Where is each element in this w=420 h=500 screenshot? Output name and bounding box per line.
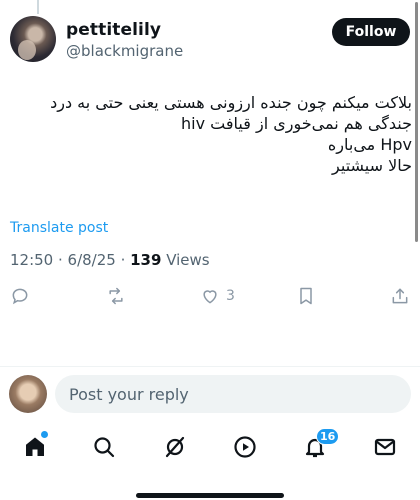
post-actions: 3 [10,284,410,308]
bottom-navigation: 16 [0,424,420,468]
author-handle[interactable]: @blackmigrane [66,42,183,60]
grok-icon [165,436,185,458]
post-text: بلاکت میکنم چون جنده ارزونی هستی یعنی حت… [50,93,412,175]
divider [0,366,420,367]
reply-icon [12,288,28,305]
post-timestamp: 12:50 · 6/8/25 · [10,251,131,269]
author-avatar[interactable] [10,16,56,62]
like-count: 3 [226,288,235,304]
nav-search[interactable] [91,434,117,460]
nav-video[interactable] [232,434,258,460]
views-label: Views [161,251,210,269]
thread-line [37,0,39,14]
video-icon [234,436,256,458]
post-meta: 12:50 · 6/8/25 · 139 Views [10,251,210,269]
current-user-avatar[interactable] [9,375,47,413]
nav-messages[interactable] [372,434,398,460]
nav-grok[interactable] [162,434,188,460]
repost-icon [109,287,123,305]
like-button[interactable]: 3 [200,284,235,308]
bookmark-button[interactable] [296,284,316,308]
like-icon [203,290,217,304]
post-header: pettitelily @blackmigrane Follow [10,14,410,66]
reply-input[interactable]: Post your reply [55,375,411,413]
nav-home[interactable] [22,431,48,460]
nav-notifications[interactable]: 16 [302,428,340,460]
follow-button[interactable]: Follow [332,18,410,46]
home-icon [26,437,44,456]
author-display-name[interactable]: pettitelily [66,20,161,40]
reply-button[interactable] [10,284,30,308]
repost-button[interactable] [106,284,126,308]
home-indicator[interactable] [136,493,284,498]
messages-icon [374,438,396,456]
views-count: 139 [130,251,162,269]
translate-post-link[interactable]: Translate post [10,220,108,236]
share-icon [392,288,408,304]
scrollbar[interactable] [415,2,418,242]
search-icon [94,437,115,458]
bookmark-icon [300,287,312,305]
notifications-badge: 16 [316,428,340,445]
share-button[interactable] [390,284,410,308]
reply-bar: Post your reply [0,374,420,414]
home-unread-dot [41,431,48,438]
